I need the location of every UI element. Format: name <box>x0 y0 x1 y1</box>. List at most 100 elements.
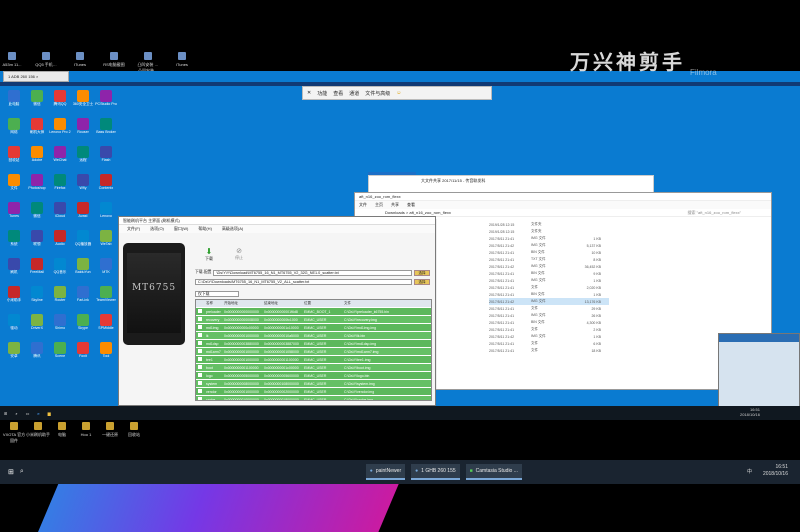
stop-button[interactable]: ⊘ 停止 <box>229 247 249 263</box>
desktop-icon[interactable]: Firefox <box>48 174 72 191</box>
table-row[interactable]: logo 0x0000000005000000 0x0000000005600000… <box>196 372 431 380</box>
desktop-icon[interactable]: QQ音乐 <box>48 258 72 275</box>
file-row[interactable]: 2019/1/28 12:15 文件夹 <box>489 228 609 235</box>
host-top-icon[interactable]: QQ5 手机… <box>34 52 58 68</box>
file-row[interactable]: 2017/5/11 21:41 文件 18 KB <box>489 347 609 354</box>
desktop-icon[interactable]: Avast <box>71 202 95 219</box>
file-row[interactable]: 2017/5/11 21:41 IMG 文件 1 KB <box>489 277 609 284</box>
host-desktop-icon[interactable]: 小米刷机助手 <box>26 422 50 438</box>
row-checkbox[interactable] <box>196 317 204 322</box>
table-row[interactable]: lk 0x0000000001000000 0x00000000010a5000 EM… <box>196 332 431 340</box>
windows-start-icon[interactable]: ⊞ <box>4 411 7 416</box>
file-row[interactable]: 2017/5/11 21:41 TXT 文件 8 KB <box>489 256 609 263</box>
menu-window[interactable]: 窗口(W) <box>174 226 188 232</box>
desktop-icon[interactable]: Skyline <box>25 286 49 303</box>
row-checkbox[interactable] <box>196 357 204 362</box>
host-desktop-icon[interactable]: 电脑 <box>50 422 74 438</box>
desktop-icon[interactable]: PCStudio Pro <box>94 90 118 107</box>
desktop-icon[interactable]: MTK <box>94 258 118 275</box>
desktop-icon[interactable]: Photoshop <box>25 174 49 191</box>
desktop-icon[interactable]: DriverX <box>25 314 49 331</box>
desktop-icon[interactable]: 刷机大师 <box>25 118 49 135</box>
taskbar-app-camtasia[interactable]: ■ Camtasia Studio ... <box>465 464 522 480</box>
remote-session-tab[interactable]: 1 ADB 260 156 × <box>3 71 69 82</box>
desktop-icon[interactable]: Bass Broker <box>94 118 118 135</box>
desktop-icon[interactable]: 小米助手 <box>2 286 26 303</box>
desktop-icon[interactable]: Contentx <box>94 174 118 191</box>
file-row[interactable]: 2017/5/11 21:41 IMG 文件 1 KB <box>489 235 609 242</box>
desktop-icon[interactable]: 远程 <box>71 146 95 163</box>
toolbar-item-function[interactable]: 功能 <box>317 90 327 97</box>
menu-options[interactable]: 选项(O) <box>150 226 164 232</box>
desktop-icon[interactable]: Adobe <box>25 146 49 163</box>
table-row[interactable]: md1dsp 0x0000000003880000 0x00000000038870… <box>196 340 431 348</box>
table-row[interactable]: boot 0x0000000001100000 0x0000000001c00000… <box>196 364 431 372</box>
choose-auth-button[interactable]: 选择 <box>414 278 430 285</box>
ribbon-view[interactable]: 查看 <box>407 202 415 208</box>
table-row[interactable]: md1arm7 0x0000000001000000 0x0000000001058… <box>196 348 431 356</box>
ime-indicator[interactable]: 中 <box>747 468 752 475</box>
file-row[interactable]: 2017/5/11 21:41 BIN 文件 9 KB <box>489 270 609 277</box>
table-row[interactable]: system 0x0000000008000000 0x00000001080000… <box>196 380 431 388</box>
row-checkbox[interactable] <box>196 325 204 330</box>
desktop-icon[interactable]: Rouser <box>71 118 95 135</box>
auth-path-field[interactable]: C:\Ds\Y\Downloads\MT6755_16_N1_MT6755_V2… <box>195 278 412 285</box>
table-row[interactable]: tee1 0x0000000001000000 0x0000000001100000… <box>196 356 431 364</box>
desktop-icon[interactable]: WeTab <box>94 230 118 247</box>
taskbar-app-remote[interactable]: ● 1 GHB 260 155 <box>411 464 460 480</box>
row-checkbox[interactable] <box>196 397 204 400</box>
desktop-icon[interactable]: 微信 <box>25 202 49 219</box>
desktop-icon[interactable]: Router <box>48 286 72 303</box>
row-checkbox[interactable] <box>196 309 204 314</box>
file-row[interactable]: 2017/5/11 21:41 文件 2,020 KB <box>489 284 609 291</box>
desktop-icon[interactable]: 网络 <box>2 118 26 135</box>
desktop-icon[interactable]: FarLink <box>71 286 95 303</box>
host-desktop-icon[interactable]: 回收站 <box>122 422 146 438</box>
desktop-icon[interactable]: Foxit <box>71 342 95 359</box>
ribbon-home[interactable]: 主页 <box>375 202 383 208</box>
desktop-icon[interactable]: 360安全卫士 <box>71 90 95 107</box>
taskbar-app-paint[interactable]: ● paintNewer <box>365 464 406 480</box>
search-icon[interactable]: ⌕ <box>20 468 24 476</box>
desktop-icon[interactable]: Tool <box>94 342 118 359</box>
desktop-icon[interactable]: BaiduYun <box>71 258 95 275</box>
choose-file-button[interactable]: 选择 <box>414 269 430 276</box>
row-checkbox[interactable] <box>196 373 204 378</box>
desktop-icon[interactable]: WeChat <box>48 146 72 163</box>
file-row[interactable]: 2017/5/11 21:41 BIN 文件 1 KB <box>489 291 609 298</box>
task-view-icon[interactable]: ▭ <box>26 411 30 416</box>
desktop-icon[interactable]: SPMiddle <box>94 314 118 331</box>
desktop-icon[interactable]: Lenovo <box>94 202 118 219</box>
desktop-icon[interactable]: Tunes <box>2 202 26 219</box>
table-row[interactable]: recovery 0x0000000000008000 0x0000000000fc… <box>196 316 431 324</box>
file-row[interactable]: 2017/5/11 21:41 IMG 文件 26 KB <box>489 312 609 319</box>
smiley-icon[interactable]: ☺ <box>396 90 401 96</box>
desktop-icon[interactable]: 腾讯 <box>25 342 49 359</box>
desktop-icon[interactable]: QQ播放器 <box>71 230 95 247</box>
scatter-path-field[interactable]: \Ds\Y\Y\Download\MT6755_16_N1_MT6755_V2_… <box>213 269 412 276</box>
host-desktop-icon[interactable]: 一键还原 <box>98 422 122 438</box>
desktop-icon[interactable]: Scene <box>48 342 72 359</box>
ribbon-file[interactable]: 文件 <box>359 202 367 208</box>
desktop-icon[interactable]: iCloud <box>48 202 72 219</box>
table-row[interactable]: md1img 0x0000000000c00000 0x0000000001c100… <box>196 324 431 332</box>
flash-tool-window[interactable]: 智能刷机平台 主界面 (刷机模式) 文件(F) 选项(O) 窗口(W) 帮助(H… <box>118 216 436 406</box>
toolbar-item-channel[interactable]: 通道 <box>349 90 359 97</box>
menu-file[interactable]: 文件(F) <box>127 226 140 232</box>
menu-help[interactable]: 帮助(H) <box>198 226 212 232</box>
desktop-icon[interactable]: 回收站 <box>2 146 26 163</box>
search-icon[interactable]: ⌕ <box>15 411 17 416</box>
desktop-icon[interactable]: Skype <box>71 314 95 331</box>
desktop-icon[interactable]: FreeMail <box>25 258 49 275</box>
host-top-icon[interactable]: RS电脑截图 <box>102 52 126 68</box>
desktop-icon[interactable]: 系统 <box>2 230 26 247</box>
download-mode-select[interactable]: 仅下载 <box>195 291 239 297</box>
file-row[interactable]: 2017/5/11 21:42 IMG 文件 13,176 KB <box>489 298 609 305</box>
desktop-icon[interactable]: 此电脑 <box>2 90 26 107</box>
row-checkbox[interactable] <box>196 381 204 386</box>
desktop-icon[interactable]: 联想 <box>25 230 49 247</box>
desktop-icon[interactable]: 安卓 <box>2 342 26 359</box>
windows-start-icon[interactable]: ⊞ <box>8 468 14 476</box>
row-checkbox[interactable] <box>196 365 204 370</box>
desktop-icon[interactable]: 驱动 <box>2 314 26 331</box>
